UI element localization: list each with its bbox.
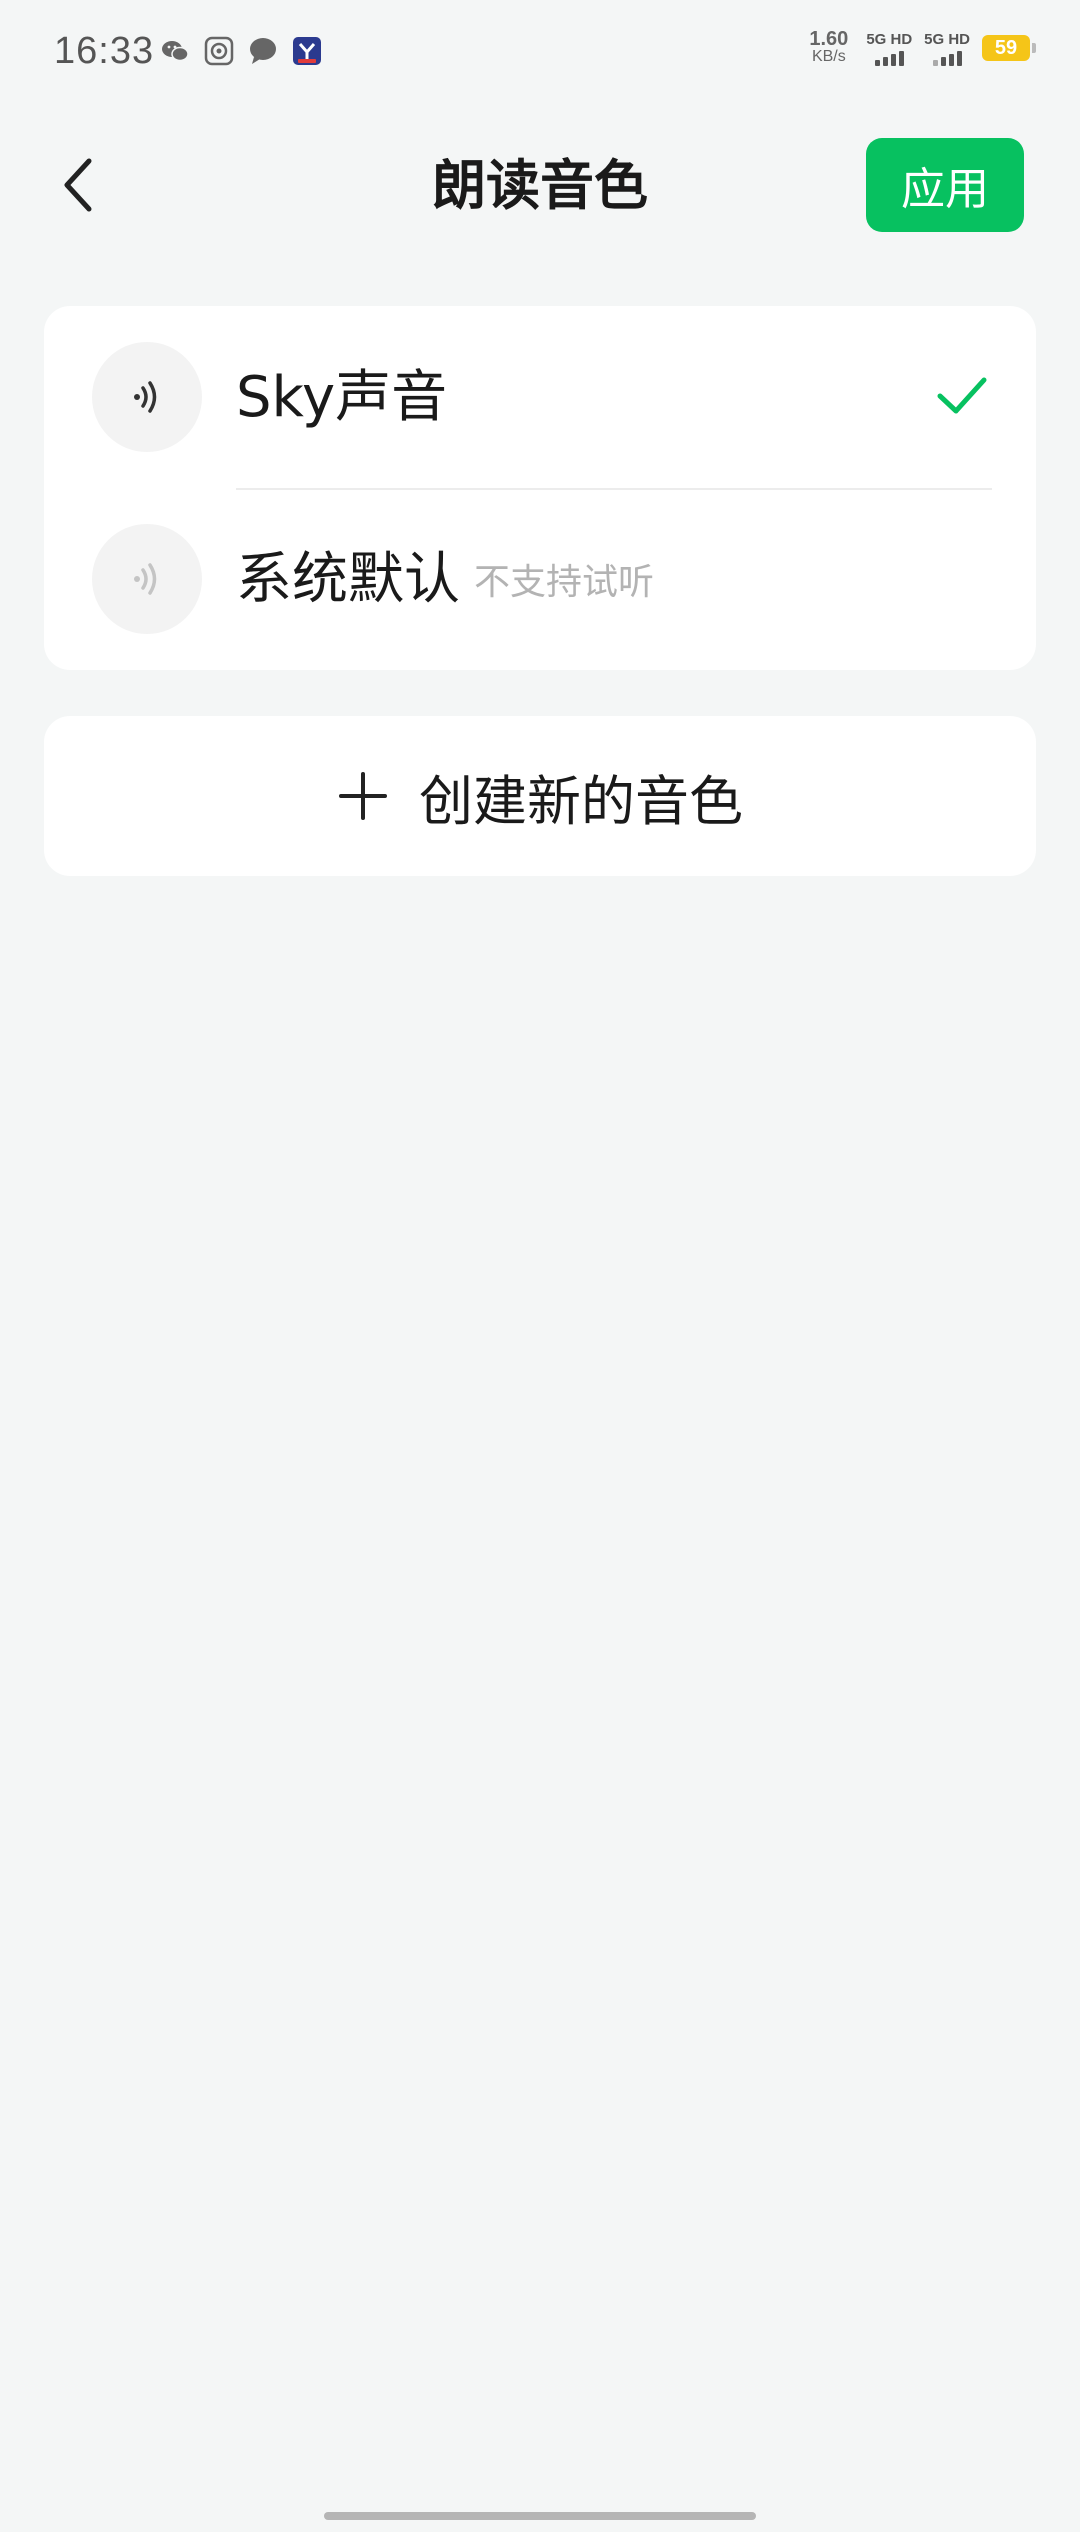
- signal-bars-icon: [874, 50, 904, 66]
- voice-name: Sky声音: [236, 364, 447, 432]
- voice-preview-button[interactable]: [92, 342, 202, 452]
- voice-item-system-default[interactable]: 系统默认 不支持试听: [44, 488, 1036, 670]
- network-speed-unit: KB/s: [811, 48, 846, 65]
- sound-wave-icon: [134, 381, 157, 413]
- voice-name-label: 系统默认: [236, 547, 460, 612]
- notification-icons: [160, 36, 322, 66]
- check-icon: [937, 377, 987, 414]
- status-indicators: 1.60 KB/s 5G HD 5G HD 59: [809, 28, 1036, 66]
- voice-item-sky[interactable]: Sky声音: [44, 306, 1036, 488]
- sound-wave-icon: [134, 563, 157, 595]
- network-speed-value: 1.60: [809, 28, 849, 50]
- status-time: 16:33: [54, 30, 155, 72]
- network-speed: 1.60 KB/s: [809, 28, 849, 66]
- apply-button[interactable]: 应用: [866, 138, 1024, 232]
- sim1-label: 5G HD: [866, 30, 913, 48]
- sim1-signal: 5G HD: [866, 31, 912, 66]
- app-badge-icon: [293, 37, 321, 65]
- create-voice-button[interactable]: 创建新的音色: [44, 716, 1036, 876]
- header: 朗读音色 应用: [0, 130, 1080, 242]
- voice-list-card: Sky声音 系统默认 不支持试听: [44, 306, 1036, 670]
- wechat-icon: [162, 41, 189, 62]
- create-voice-content: 创建新的音色: [44, 716, 1036, 876]
- camera-app-icon: [204, 36, 234, 66]
- status-bar: 16:33 1.60 KB/s 5G HD 5G HD 59: [0, 0, 1080, 110]
- sim2-label: 5G HD: [924, 30, 970, 48]
- voice-preview-button: [92, 524, 202, 634]
- voice-note: 不支持试听: [474, 562, 655, 603]
- message-bubble-icon: [250, 38, 276, 64]
- signal-bars-icon: [932, 50, 962, 66]
- voice-name-label: Sky声音: [236, 365, 448, 430]
- home-indicator[interactable]: [324, 2512, 756, 2520]
- create-voice-label: 创建新的音色: [419, 769, 743, 833]
- sim2-signal: 5G HD: [924, 31, 970, 66]
- voice-name: 系统默认 不支持试听: [236, 546, 654, 617]
- battery-icon: 59: [982, 35, 1036, 61]
- screen: 16:33 1.60 KB/s 5G HD 5G HD 59 朗读音色 应用 S…: [0, 0, 1080, 2532]
- battery-level: 59: [994, 36, 1018, 59]
- plus-icon: [339, 772, 387, 820]
